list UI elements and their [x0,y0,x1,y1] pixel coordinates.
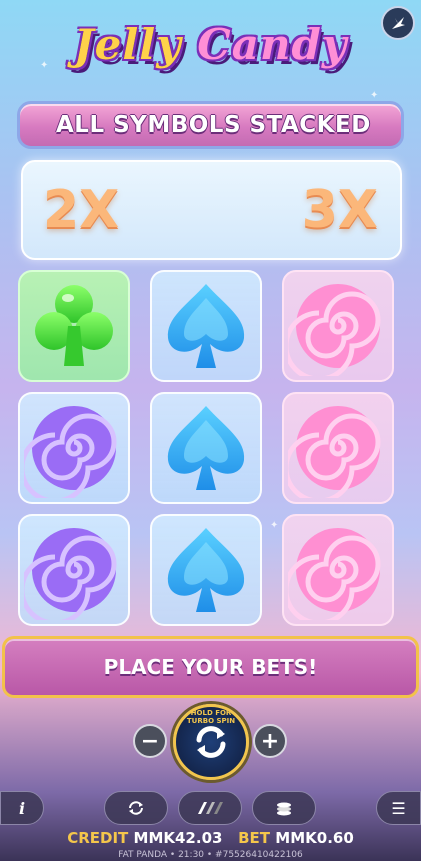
symbol-pink-swirl [282,392,394,504]
pink-swirl-icon [288,284,381,376]
turbo-icon [198,802,223,814]
status-message: PLACE YOUR BETS! [103,655,318,679]
decrease-bet-button[interactable]: − [133,724,167,758]
minus-icon: − [140,728,160,754]
symbol-blue-spade [150,514,262,626]
reel-grid [18,270,404,632]
symbol-green-club [18,270,130,382]
pink-swirl-icon [288,406,381,498]
balance-bar: CREDIT MMK42.03 BET MMK0.60 [0,829,421,847]
symbol-blue-spade [150,270,262,382]
credit-label: CREDIT [67,829,129,847]
club-icon [35,285,113,366]
footer-text: FAT PANDA • 21:30 • #75526410422106 [118,850,303,860]
increase-bet-button[interactable]: + [253,724,287,758]
game-logo: Jelly Candy [0,20,421,69]
status-message-bar: PLACE YOUR BETS! [2,636,419,698]
plus-icon: + [260,728,280,754]
menu-icon: ☰ [391,798,406,818]
multiplier-right: 3X [301,180,378,240]
spade-icon [167,284,245,368]
logo-word-jelly: Jelly [73,20,182,69]
footer-info: FAT PANDA • 21:30 • #75526410422106 [0,850,421,860]
bet-label: BET [238,829,271,847]
symbol-pink-swirl [282,270,394,382]
spin-arrows-icon [196,726,226,758]
purple-swirl-icon [24,528,117,620]
spade-icon [167,406,245,490]
feature-banner: ALL SYMBOLS STACKED [17,101,404,149]
purple-swirl-icon [24,406,117,498]
info-icon: i [18,798,26,818]
spin-button[interactable]: HOLD FOR TURBO SPIN [173,704,249,780]
bet-settings-button[interactable] [252,791,316,825]
symbol-purple-swirl [18,514,130,626]
multiplier-left: 2X [43,180,120,240]
spade-icon [167,528,245,612]
pink-swirl-icon [288,528,381,620]
symbol-pink-swirl [282,514,394,626]
autoplay-icon [129,801,143,815]
logo-word-candy: Candy [197,20,348,69]
spin-hint-text: HOLD FOR TURBO SPIN [186,709,236,725]
feature-banner-text: ALL SYMBOLS STACKED [56,112,371,138]
autoplay-button[interactable] [104,791,168,825]
multiplier-panel: 2X 3X [21,160,402,260]
symbol-blue-spade [150,392,262,504]
menu-button[interactable]: ☰ [376,791,421,825]
bet-value: MMK0.60 [275,829,354,847]
symbol-purple-swirl [18,392,130,504]
bet-coins-icon [277,802,291,816]
turbo-button[interactable] [178,791,242,825]
credit-value: MMK42.03 [133,829,223,847]
sparkle: ✦ [370,90,379,101]
info-button[interactable]: i [0,791,44,825]
